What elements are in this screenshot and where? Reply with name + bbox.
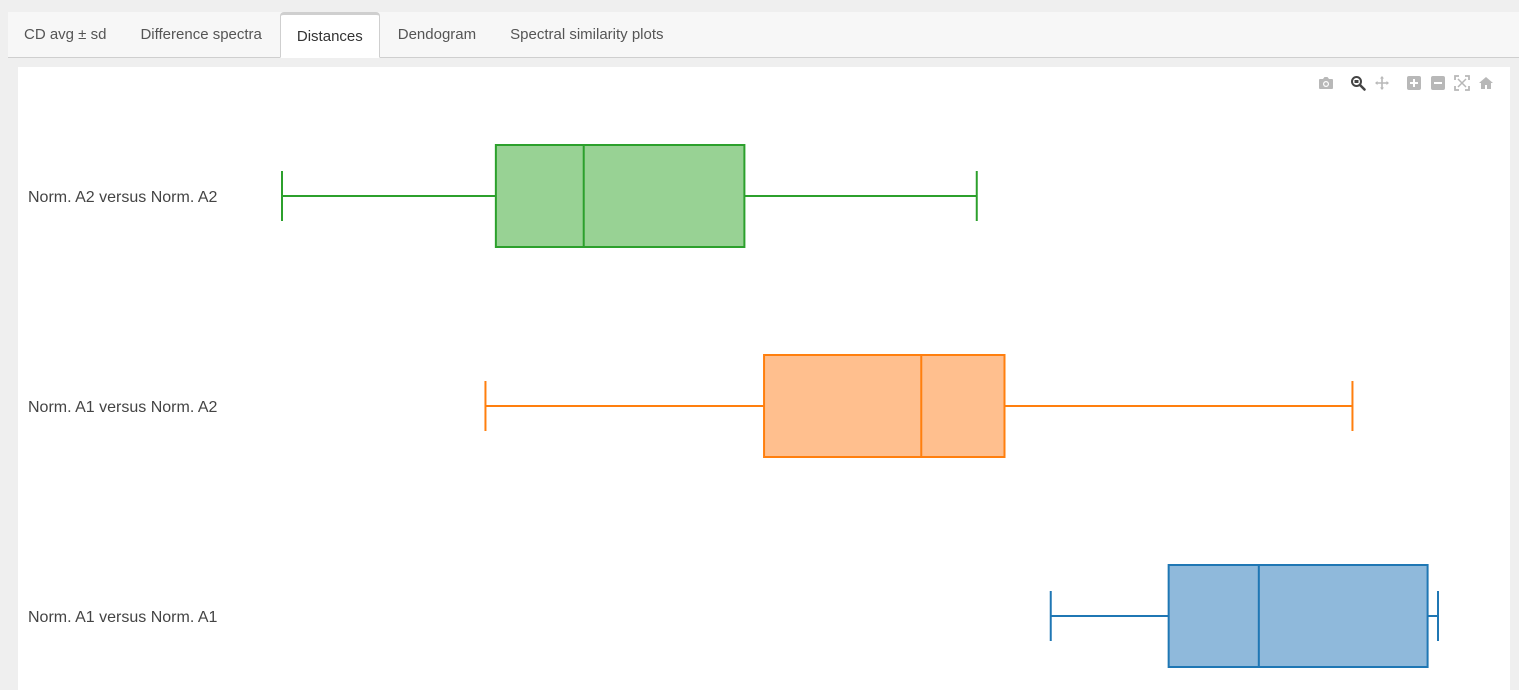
zoom-out-icon[interactable] — [1426, 71, 1450, 95]
box-norm-a2-versus-norm-a2 — [494, 144, 746, 248]
tab-bar: CD avg ± sd Difference spectra Distances… — [8, 12, 1519, 58]
box-norm-a1-versus-norm-a1 — [1167, 564, 1429, 668]
category-label: Norm. A2 versus Norm. A2 — [28, 189, 217, 206]
zoom-in-icon[interactable] — [1402, 71, 1426, 95]
box-plot-chart[interactable]: Norm. A2 versus Norm. A2 Norm. A1 versus … — [18, 67, 1510, 690]
tab-difference-spectra[interactable]: Difference spectra — [124, 12, 277, 57]
box-norm-a1-versus-norm-a2 — [763, 354, 1006, 458]
plot-panel: Norm. A2 versus Norm. A2 Norm. A1 versus … — [18, 67, 1510, 690]
autoscale-icon[interactable] — [1450, 71, 1474, 95]
tab-spectral-similarity-plots[interactable]: Spectral similarity plots — [494, 12, 679, 57]
tab-list: CD avg ± sd Difference spectra Distances… — [8, 12, 682, 58]
tab-dendogram[interactable]: Dendogram — [382, 12, 492, 57]
camera-icon[interactable] — [1314, 71, 1338, 95]
category-label: Norm. A1 versus Norm. A2 — [28, 399, 217, 416]
zoom-icon[interactable] — [1346, 71, 1370, 95]
category-label: Norm. A1 versus Norm. A1 — [28, 609, 217, 626]
tab-cd-avg-sd[interactable]: CD avg ± sd — [8, 12, 122, 57]
reset-axes-icon[interactable] — [1474, 71, 1498, 95]
plot-modebar — [1314, 71, 1498, 95]
app-window: CD avg ± sd Difference spectra Distances… — [0, 0, 1519, 690]
tab-distances[interactable]: Distances — [279, 12, 380, 58]
pan-icon[interactable] — [1370, 71, 1394, 95]
